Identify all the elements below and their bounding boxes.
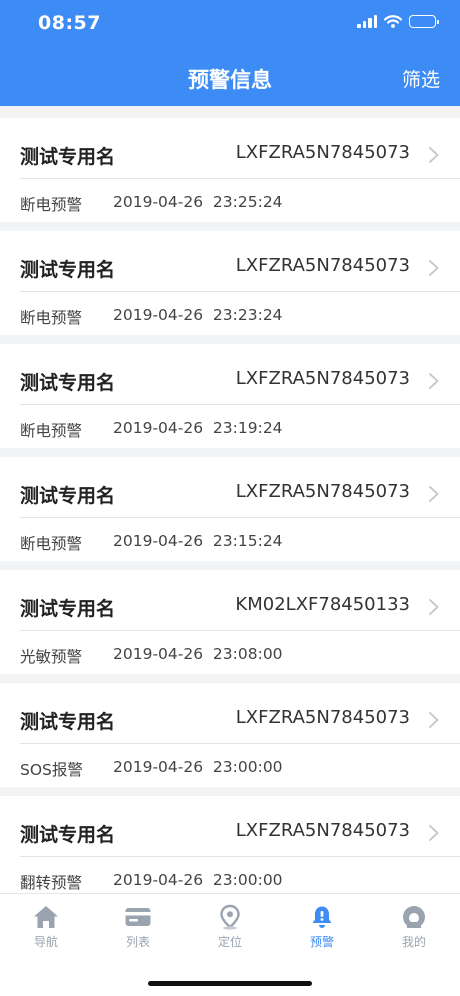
device-code: LXFZRA5N7845073 <box>235 707 410 728</box>
alert-card[interactable]: 测试专用名 LXFZRA5N7845073 翻转预警 2019-04-26 23… <box>0 796 460 900</box>
tab-alerts-label: 预警 <box>309 935 334 949</box>
alert-card-header[interactable]: 测试专用名 LXFZRA5N7845073 <box>0 683 460 743</box>
alert-type: 断电预警 <box>20 196 83 214</box>
alert-type: 断电预警 <box>20 535 83 553</box>
chevron-right-icon <box>429 712 439 728</box>
divider <box>20 743 460 744</box>
device-name: 测试专用名 <box>20 598 116 620</box>
status-icons <box>357 15 439 28</box>
tab-alerts[interactable]: 预警 <box>276 904 368 950</box>
alert-detail: 断电预警 2019-04-26 23:15:24 <box>20 532 283 554</box>
alert-card-header[interactable]: 测试专用名 LXFZRA5N7845073 <box>0 457 460 517</box>
alert-card-header[interactable]: 测试专用名 LXFZRA5N7845073 <box>0 796 460 856</box>
alert-type: 断电预警 <box>20 309 83 327</box>
alert-detail: 断电预警 2019-04-26 23:19:24 <box>20 419 283 441</box>
alert-card-header[interactable]: 测试专用名 LXFZRA5N7845073 <box>0 231 460 291</box>
alert-card-header[interactable]: 测试专用名 KM02LXF78450133 <box>0 570 460 630</box>
device-name: 测试专用名 <box>20 372 116 394</box>
alert-detail: 光敏预警 2019-04-26 23:08:00 <box>20 645 283 667</box>
tab-navigation-label: 导航 <box>33 935 58 949</box>
user-icon <box>403 906 425 928</box>
app-header: 08:57 预警信息 筛选 <box>0 0 460 106</box>
page-title: 预警信息 <box>188 68 272 92</box>
bottom-tab-bar: 导航 列表 定位 预警 我的 <box>0 893 460 996</box>
alert-detail: SOS报警 2019-04-26 23:00:00 <box>20 758 283 780</box>
chevron-right-icon <box>429 373 439 389</box>
device-name: 测试专用名 <box>20 259 116 281</box>
bell-icon <box>312 906 332 928</box>
divider <box>20 630 460 631</box>
alert-detail: 断电预警 2019-04-26 23:25:24 <box>20 193 283 215</box>
divider <box>20 291 460 292</box>
device-code: KM02LXF78450133 <box>235 594 410 615</box>
chevron-right-icon <box>429 599 439 615</box>
tab-profile-label: 我的 <box>401 935 426 949</box>
alert-time: 2019-04-26 23:25:24 <box>113 193 283 211</box>
alert-time: 2019-04-26 23:23:24 <box>113 306 283 324</box>
chevron-right-icon <box>429 825 439 841</box>
alert-time: 2019-04-26 23:08:00 <box>113 645 283 663</box>
divider <box>20 517 460 518</box>
alert-card[interactable]: 测试专用名 LXFZRA5N7845073 断电预警 2019-04-26 23… <box>0 457 460 561</box>
alert-card[interactable]: 测试专用名 LXFZRA5N7845073 断电预警 2019-04-26 23… <box>0 231 460 335</box>
divider <box>20 178 460 179</box>
wifi-icon <box>384 15 402 28</box>
chevron-right-icon <box>429 486 439 502</box>
alert-time: 2019-04-26 23:00:00 <box>113 758 283 776</box>
chevron-right-icon <box>429 260 439 276</box>
alert-type: 翻转预警 <box>20 874 83 892</box>
alert-type: 光敏预警 <box>20 648 83 666</box>
divider <box>20 856 460 857</box>
alert-type: SOS报警 <box>20 761 83 779</box>
tab-list[interactable]: 列表 <box>92 904 184 950</box>
tab-location[interactable]: 定位 <box>184 904 276 950</box>
device-name: 测试专用名 <box>20 146 116 168</box>
device-code: LXFZRA5N7845073 <box>235 481 410 502</box>
battery-icon <box>409 15 439 28</box>
filter-button[interactable]: 筛选 <box>402 65 440 92</box>
tab-location-label: 定位 <box>217 935 242 949</box>
status-bar: 08:57 <box>0 0 460 48</box>
alert-detail: 断电预警 2019-04-26 23:23:24 <box>20 306 283 328</box>
status-time: 08:57 <box>38 12 101 34</box>
card-icon <box>125 908 151 926</box>
tab-navigation[interactable]: 导航 <box>0 904 92 950</box>
alert-type: 断电预警 <box>20 422 83 440</box>
home-icon <box>34 906 58 928</box>
alert-time: 2019-04-26 23:15:24 <box>113 532 283 550</box>
alert-card[interactable]: 测试专用名 LXFZRA5N7845073 SOS报警 2019-04-26 2… <box>0 683 460 787</box>
cellular-signal-icon <box>357 15 377 28</box>
chevron-right-icon <box>429 147 439 163</box>
alert-detail: 翻转预警 2019-04-26 23:00:00 <box>20 871 283 893</box>
alert-card[interactable]: 测试专用名 LXFZRA5N7845073 断电预警 2019-04-26 23… <box>0 118 460 222</box>
device-name: 测试专用名 <box>20 824 116 846</box>
device-name: 测试专用名 <box>20 711 116 733</box>
alert-time: 2019-04-26 23:19:24 <box>113 419 283 437</box>
tab-list-label: 列表 <box>125 935 150 949</box>
home-indicator <box>148 981 312 986</box>
alert-card-header[interactable]: 测试专用名 LXFZRA5N7845073 <box>0 118 460 178</box>
device-code: LXFZRA5N7845073 <box>235 368 410 389</box>
device-code: LXFZRA5N7845073 <box>235 820 410 841</box>
alert-card[interactable]: 测试专用名 KM02LXF78450133 光敏预警 2019-04-26 23… <box>0 570 460 674</box>
alert-card-header[interactable]: 测试专用名 LXFZRA5N7845073 <box>0 344 460 404</box>
tab-profile[interactable]: 我的 <box>368 904 460 950</box>
alert-time: 2019-04-26 23:00:00 <box>113 871 283 889</box>
location-pin-icon <box>220 904 240 930</box>
alert-card[interactable]: 测试专用名 LXFZRA5N7845073 断电预警 2019-04-26 23… <box>0 344 460 448</box>
divider <box>20 404 460 405</box>
device-code: LXFZRA5N7845073 <box>235 142 410 163</box>
device-code: LXFZRA5N7845073 <box>235 255 410 276</box>
device-name: 测试专用名 <box>20 485 116 507</box>
